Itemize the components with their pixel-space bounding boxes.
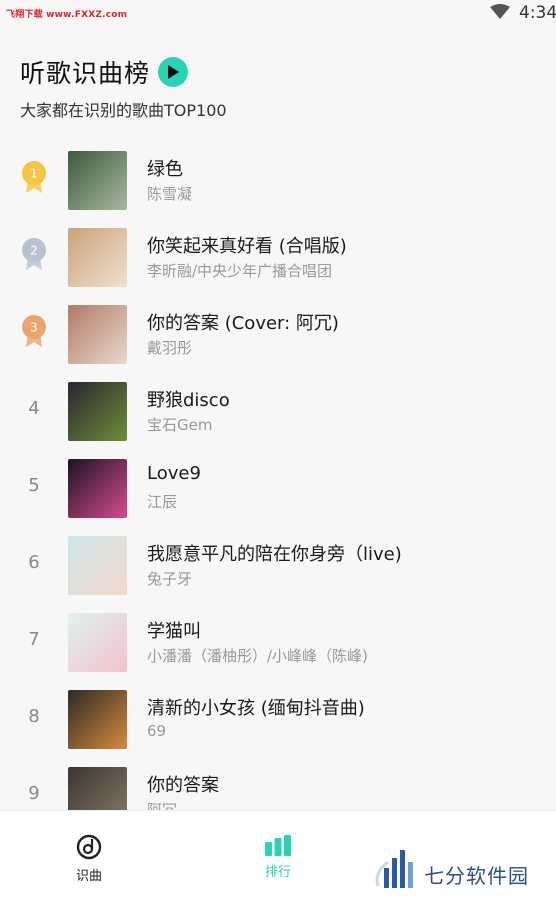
album-cover	[68, 305, 127, 364]
music-disc-icon	[76, 834, 102, 860]
song-row[interactable]: 5 Love9 江辰	[0, 453, 556, 530]
status-bar: 飞翔下载 www.FXXZ.com 4:34	[0, 0, 556, 28]
song-artist: 戴羽彤	[147, 339, 193, 357]
song-artist: 69	[147, 722, 167, 740]
album-cover	[68, 690, 127, 749]
song-row[interactable]: 8 清新的小女孩 (缅甸抖音曲) 69	[0, 684, 556, 761]
album-cover	[68, 459, 127, 518]
song-row[interactable]: 1 绿色陈雪凝	[0, 145, 556, 222]
logo-text: 七分软件园	[424, 864, 529, 888]
song-title: 我愿意平凡的陪在你身旁（live)	[147, 544, 402, 565]
song-row[interactable]: 6 我愿意平凡的陪在你身旁（live) 兔子牙	[0, 530, 556, 607]
song-row[interactable]: 9 你的答案阿冗	[0, 761, 556, 810]
site-logo: 七分软件园	[372, 842, 552, 896]
album-cover	[68, 613, 127, 672]
page-title: 听歌识曲榜	[20, 59, 151, 88]
medal-rank-text: 1	[30, 167, 38, 181]
gold-medal-icon: 1	[22, 161, 46, 193]
song-artist: 兔子牙	[147, 570, 193, 588]
song-artist: 陈雪凝	[147, 185, 193, 203]
logo-mark-icon	[375, 850, 413, 888]
song-title: 你的答案	[147, 775, 219, 796]
page-subtitle: 大家都在识别的歌曲TOP100	[20, 101, 227, 120]
song-row[interactable]: 3 你的答案 (Cover: 阿冗) 戴羽彤	[0, 299, 556, 376]
silver-medal-icon: 2	[22, 238, 46, 270]
song-row[interactable]: 4 野狼disco 宝石Gem	[0, 376, 556, 453]
song-artist: 李昕融/中央少年广播合唱团	[147, 262, 333, 280]
play-all-button[interactable]	[158, 57, 189, 87]
rank-number: 4	[28, 398, 40, 419]
song-row[interactable]: 7 学猫叫小潘潘（潘柚彤）/小峰峰（陈峰)	[0, 607, 556, 684]
watermark-text: 飞翔下载 www.FXXZ.com	[6, 10, 128, 20]
album-cover	[68, 382, 127, 441]
song-title: 你的答案 (Cover: 阿冗)	[147, 313, 339, 334]
song-artist: 阿冗	[147, 801, 178, 810]
rank-number: 7	[28, 629, 40, 650]
medal-rank-text: 3	[30, 321, 38, 335]
rank-number: 5	[28, 475, 40, 496]
play-icon	[168, 65, 180, 79]
chart-header: 听歌识曲榜	[20, 54, 189, 90]
bar-chart-icon	[265, 835, 291, 856]
song-title: 清新的小女孩 (缅甸抖音曲)	[147, 698, 365, 719]
album-cover	[68, 767, 127, 810]
rank-number: 9	[28, 783, 40, 804]
nav-recognize-tab[interactable]: 识曲	[59, 833, 119, 884]
song-artist: 小潘潘（潘柚彤）/小峰峰（陈峰)	[147, 647, 368, 665]
bronze-medal-icon: 3	[22, 315, 46, 347]
album-cover	[68, 536, 127, 595]
song-artist: 宝石Gem	[147, 416, 213, 434]
song-artist: 江辰	[147, 493, 178, 511]
nav-rank-label: 排行	[264, 865, 291, 880]
rank-number: 8	[28, 706, 40, 727]
song-title: 你笑起来真好看 (合唱版)	[147, 236, 347, 257]
nav-rank-tab[interactable]: 排行	[248, 833, 308, 880]
album-cover	[68, 228, 127, 287]
album-cover	[68, 151, 127, 210]
wifi-icon	[490, 4, 510, 19]
rank-number: 6	[28, 552, 40, 573]
medal-rank-text: 2	[30, 244, 38, 258]
status-clock: 4:34	[519, 3, 556, 23]
nav-recognize-label: 识曲	[75, 869, 102, 884]
song-title: Love9	[147, 463, 201, 484]
song-list: 1 绿色陈雪凝 2 你笑起来真好看 (合唱版) 李昕融/中央少年广播合唱团 3 你的答案 (…	[0, 145, 556, 810]
song-title: 绿色	[147, 159, 183, 180]
song-row[interactable]: 2 你笑起来真好看 (合唱版) 李昕融/中央少年广播合唱团	[0, 222, 556, 299]
song-title: 野狼disco	[147, 390, 230, 411]
song-title: 学猫叫	[147, 621, 201, 642]
